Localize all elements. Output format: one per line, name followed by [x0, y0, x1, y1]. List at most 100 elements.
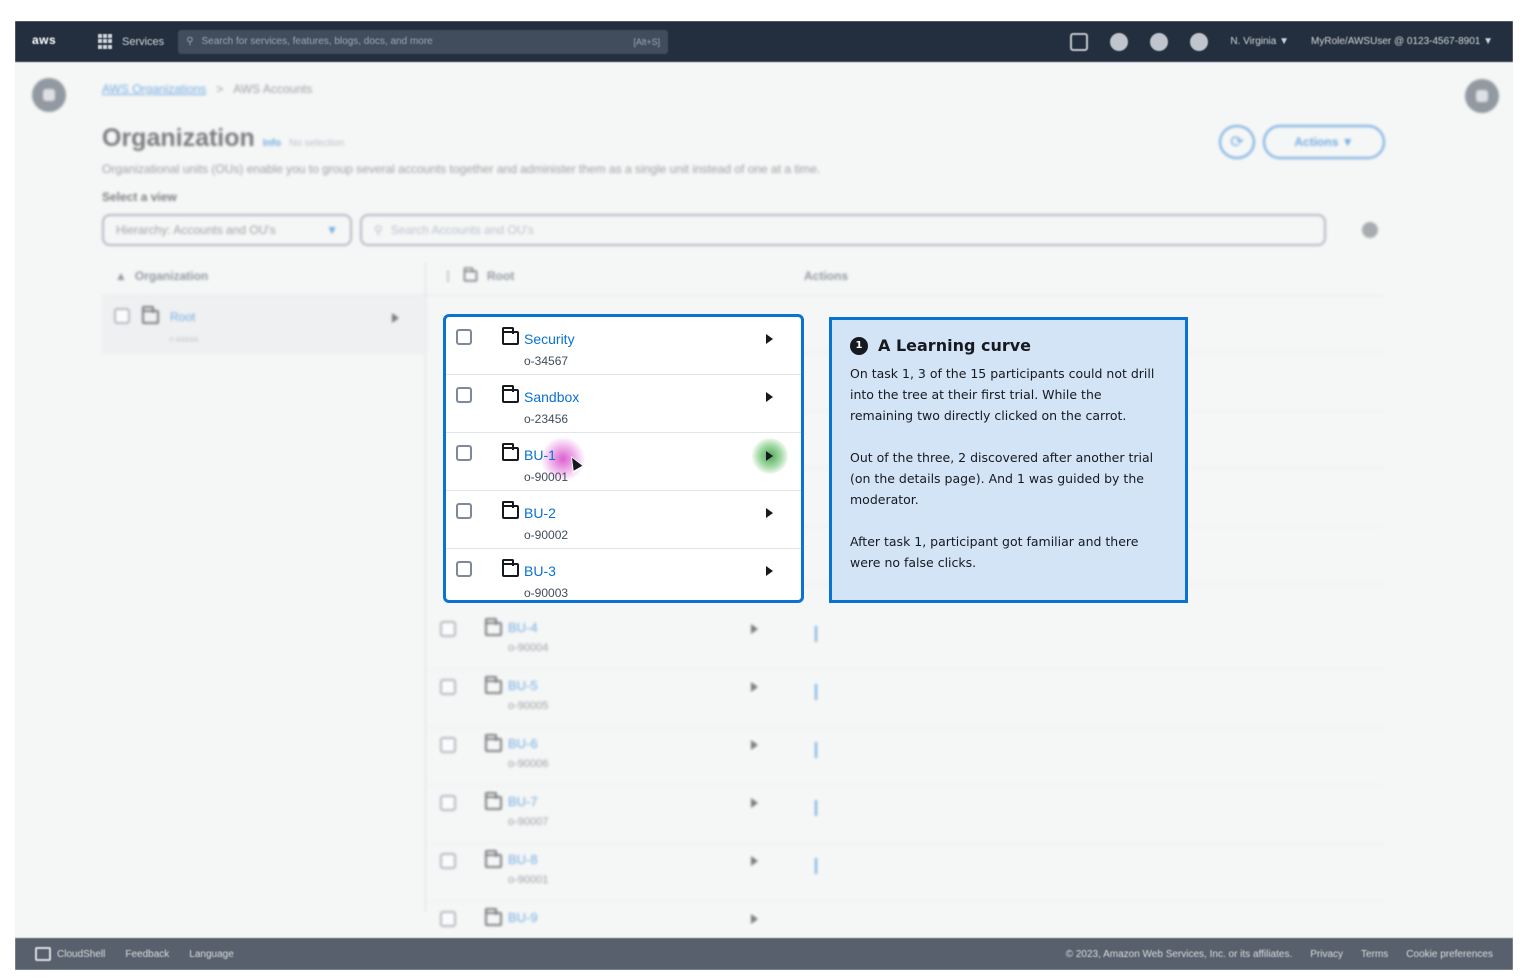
expand-caret-icon[interactable] — [751, 914, 758, 924]
ou-name-link[interactable]: BU-4 — [508, 620, 538, 635]
table-row[interactable]: BU-4 o-90004 — [428, 612, 1384, 670]
tree-root-item[interactable]: Root r-xxxxx — [102, 296, 424, 354]
expand-caret-icon[interactable] — [766, 334, 773, 344]
drag-handle-icon[interactable]: ⋮ — [442, 269, 454, 283]
ou-name-link[interactable]: BU-9 — [508, 910, 538, 925]
row-checkbox[interactable] — [456, 561, 472, 577]
row-actions-indicator[interactable] — [815, 800, 817, 816]
ou-name-link[interactable]: Sandbox — [524, 389, 579, 405]
row-checkbox[interactable] — [440, 853, 456, 869]
account-menu[interactable]: MyRole/AWSUser @ 0123-4567-8901 ▼ — [1311, 36, 1493, 47]
folder-icon — [485, 618, 502, 636]
language-link[interactable]: Language — [189, 949, 234, 960]
expand-caret-icon[interactable] — [751, 682, 758, 692]
notifications-bell-icon[interactable] — [1110, 32, 1129, 51]
table-row-sandbox[interactable]: Sandbox o-23456 — [446, 375, 801, 433]
row-checkbox[interactable] — [440, 911, 456, 927]
folder-icon — [502, 443, 519, 461]
expand-caret-icon[interactable] — [766, 392, 773, 402]
settings-gear-icon[interactable] — [1190, 32, 1209, 51]
row-checkbox[interactable] — [456, 387, 472, 403]
row-checkbox[interactable] — [440, 795, 456, 811]
accounts-search-input[interactable]: ⚲ Search Accounts and OU's — [360, 214, 1326, 246]
tree-root-label[interactable]: Root — [170, 310, 195, 324]
ou-name-link[interactable]: BU-5 — [508, 678, 538, 693]
row-actions-indicator[interactable] — [815, 742, 817, 758]
ou-name-link[interactable]: BU-7 — [508, 794, 538, 809]
expand-caret-icon[interactable] — [751, 740, 758, 750]
annotation-title-text: A Learning curve — [878, 336, 1032, 355]
refresh-button[interactable]: ⟳ — [1219, 125, 1255, 159]
ou-name-link[interactable]: BU-8 — [508, 852, 538, 867]
row-checkbox[interactable] — [456, 329, 472, 345]
table-row[interactable]: BU-8 o-90001 — [428, 844, 1384, 902]
ou-name-link[interactable]: BU-1 — [524, 447, 556, 463]
cookie-preferences-link[interactable]: Cookie preferences — [1406, 949, 1493, 960]
panel-divider[interactable] — [425, 262, 426, 912]
expand-caret-icon[interactable] — [751, 624, 758, 634]
terms-link[interactable]: Terms — [1361, 949, 1388, 960]
ou-name-link[interactable]: BU-3 — [524, 563, 556, 579]
ou-id: o-34567 — [524, 354, 569, 368]
services-label: Services — [122, 35, 165, 48]
chevron-down-icon: ▼ — [326, 223, 338, 237]
search-icon: ⚲ — [374, 223, 383, 237]
expand-caret-highlight[interactable] — [752, 438, 788, 474]
tree-root-checkbox[interactable] — [114, 308, 130, 324]
breadcrumb-separator: > — [216, 82, 224, 96]
row-checkbox[interactable] — [440, 679, 456, 695]
expand-caret-icon[interactable] — [766, 508, 773, 518]
tree-root-id: r-xxxxx — [170, 334, 199, 344]
actions-dropdown-button[interactable]: Actions ▼ — [1263, 125, 1385, 159]
table-row-security[interactable]: Security o-34567 — [446, 317, 801, 375]
cloudshell-icon[interactable] — [1070, 32, 1089, 51]
top-navigation: aws Services ⚲ Search for services, feat… — [15, 21, 1513, 62]
expand-caret-icon[interactable] — [766, 566, 773, 576]
ou-id: o-90007 — [508, 816, 549, 828]
help-panel-button[interactable] — [1465, 79, 1499, 113]
row-checkbox[interactable] — [456, 503, 472, 519]
column-header-root: ⋮ Root — [442, 267, 514, 283]
privacy-link[interactable]: Privacy — [1310, 949, 1343, 960]
table-row[interactable]: BU-6 o-90006 — [428, 728, 1384, 786]
cloudshell-label: CloudShell — [57, 948, 106, 960]
copyright-text: © 2023, Amazon Web Services, Inc. or its… — [1065, 948, 1293, 960]
help-icon[interactable] — [1150, 32, 1169, 51]
organization-page: AWS Organizations > AWS Accounts Organiz… — [15, 62, 1513, 938]
aws-logo[interactable]: aws — [32, 33, 68, 51]
expand-caret-icon[interactable] — [766, 451, 773, 461]
services-menu[interactable]: Services — [98, 33, 165, 50]
view-select-value: Hierarchy: Accounts and OU's — [116, 223, 276, 237]
table-row[interactable]: BU-5 o-90005 — [428, 670, 1384, 728]
row-checkbox[interactable] — [456, 445, 472, 461]
table-row-bu-3[interactable]: BU-3 o-90003 — [446, 549, 801, 600]
table-row-bu-1[interactable]: BU-1 o-90001 — [446, 433, 801, 491]
expand-caret-icon[interactable] — [392, 313, 399, 323]
global-search-input[interactable]: ⚲ Search for services, features, blogs, … — [178, 29, 669, 54]
view-select-dropdown[interactable]: Hierarchy: Accounts and OU's ▼ — [102, 214, 352, 246]
folder-icon — [502, 559, 519, 577]
row-actions-indicator[interactable] — [815, 626, 817, 642]
table-row[interactable]: BU-9 — [428, 902, 1384, 932]
refresh-icon: ⟳ — [1230, 134, 1244, 151]
page-title-group: Organization Info No selection — [102, 124, 344, 153]
table-row-bu-2[interactable]: BU-2 o-90002 — [446, 491, 801, 549]
feedback-link[interactable]: Feedback — [125, 949, 169, 960]
row-checkbox[interactable] — [440, 737, 456, 753]
row-actions-indicator[interactable] — [815, 684, 817, 700]
expand-caret-icon[interactable] — [751, 798, 758, 808]
ou-name-link[interactable]: Security — [524, 331, 575, 347]
row-actions-indicator[interactable] — [815, 858, 817, 874]
folder-icon — [485, 734, 502, 752]
row-checkbox[interactable] — [440, 621, 456, 637]
table-row[interactable]: BU-7 o-90007 — [428, 786, 1384, 844]
info-link[interactable]: Info — [263, 138, 281, 149]
breadcrumb-aws-organizations[interactable]: AWS Organizations — [102, 82, 206, 96]
table-preferences-gear-icon[interactable] — [1362, 222, 1378, 238]
ou-name-link[interactable]: BU-2 — [524, 505, 556, 521]
cloudshell-button[interactable]: CloudShell — [35, 947, 105, 961]
expand-caret-icon[interactable] — [751, 856, 758, 866]
side-nav-toggle-button[interactable] — [32, 78, 66, 112]
ou-name-link[interactable]: BU-6 — [508, 736, 538, 751]
region-selector[interactable]: N. Virginia ▼ — [1230, 36, 1289, 47]
